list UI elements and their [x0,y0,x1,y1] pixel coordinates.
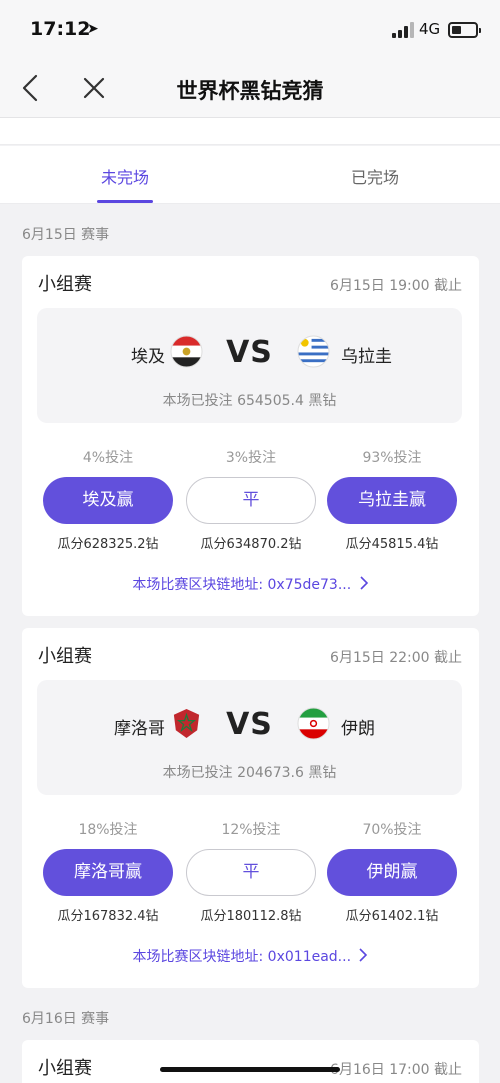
blockchain-address-link[interactable]: 本场比赛区块链地址: 0x011ead... [22,946,479,966]
total-bets: 本场已投注 204673.6 黑钻 [162,765,337,781]
blockchain-address-text: 本场比赛区块链地址: 0x011ead... [132,949,352,965]
status-time: 17:12 [30,18,91,40]
payout-amount: 瓜分167832.4钻 [57,909,159,924]
match-deadline: 6月16日 17:00 截止 [330,1062,462,1078]
bet-percent: 70%投注 [362,822,422,838]
network-type: 4G [419,20,441,38]
bet-percent: 12%投注 [221,822,281,838]
bet-home-win-button[interactable]: 摩洛哥赢 [43,849,173,896]
payout-amount: 瓜分45815.4钻 [345,537,439,552]
blockchain-address-text: 本场比赛区块链地址: 0x75de73... [132,577,352,593]
match-deadline: 6月15日 19:00 截止 [330,278,462,294]
match-card: 小组赛 6月15日 19:00 截止 埃及 VS 乌拉圭 本场已投注 65450… [22,256,479,616]
iran-flag-icon [297,707,330,740]
battery-icon [448,22,481,38]
tab-unfinished[interactable]: 未完场 [65,164,185,188]
match-stage: 小组赛 [38,274,92,295]
bet-percent: 18%投注 [78,822,138,838]
bet-draw-button[interactable]: 平 [186,849,316,896]
status-bar: 17:12 ➤ 4G [0,0,500,58]
payout-amount: 瓜分628325.2钻 [57,537,159,552]
payout-amount: 瓜分61402.1钻 [345,909,439,924]
bet-percent: 4%投注 [82,450,134,466]
match-card: 小组赛 6月15日 22:00 截止 摩洛哥 VS 伊朗 本场已投注 20467… [22,628,479,988]
date-header: 6月15日 赛事 [22,227,110,243]
bet-away-win-button[interactable]: 乌拉圭赢 [327,477,457,524]
spacer [0,118,500,145]
bet-away-win-button[interactable]: 伊朗赢 [327,849,457,896]
away-team-name: 乌拉圭 [341,347,392,367]
nav-bar: 世界杯黑钻竞猜 [0,58,500,118]
bet-percent: 3%投注 [225,450,277,466]
payout-amount: 瓜分180112.8钻 [200,909,302,924]
bet-percent: 93%投注 [362,450,422,466]
chevron-right-icon [360,576,368,590]
match-info: 埃及 VS 乌拉圭 本场已投注 654505.4 黑钻 [37,308,462,423]
home-indicator [160,1067,340,1072]
tab-active-indicator [97,200,153,203]
signal-icon [392,22,414,38]
location-arrow-icon: ➤ [87,21,99,37]
match-deadline: 6月15日 22:00 截止 [330,650,462,666]
match-stage: 小组赛 [38,1058,92,1079]
blockchain-address-link[interactable]: 本场比赛区块链地址: 0x75de73... [22,574,479,594]
chevron-right-icon [359,948,368,962]
tab-finished[interactable]: 已完场 [315,164,435,188]
date-header: 6月16日 赛事 [22,1011,110,1027]
match-info: 摩洛哥 VS 伊朗 本场已投注 204673.6 黑钻 [37,680,462,795]
vs-label: VS [226,335,273,370]
tab-bar: 未完场 已完场 [0,146,500,204]
total-bets: 本场已投注 654505.4 黑钻 [162,393,337,409]
away-team-name: 伊朗 [341,719,375,739]
payout-amount: 瓜分634870.2钻 [200,537,302,552]
page-title: 世界杯黑钻竞猜 [176,79,324,103]
match-card: 小组赛 6月16日 17:00 截止 [22,1040,479,1083]
vs-label: VS [226,707,273,742]
bet-draw-button[interactable]: 平 [186,477,316,524]
match-stage: 小组赛 [38,646,92,667]
uruguay-flag-icon [297,335,330,368]
bet-home-win-button[interactable]: 埃及赢 [43,477,173,524]
